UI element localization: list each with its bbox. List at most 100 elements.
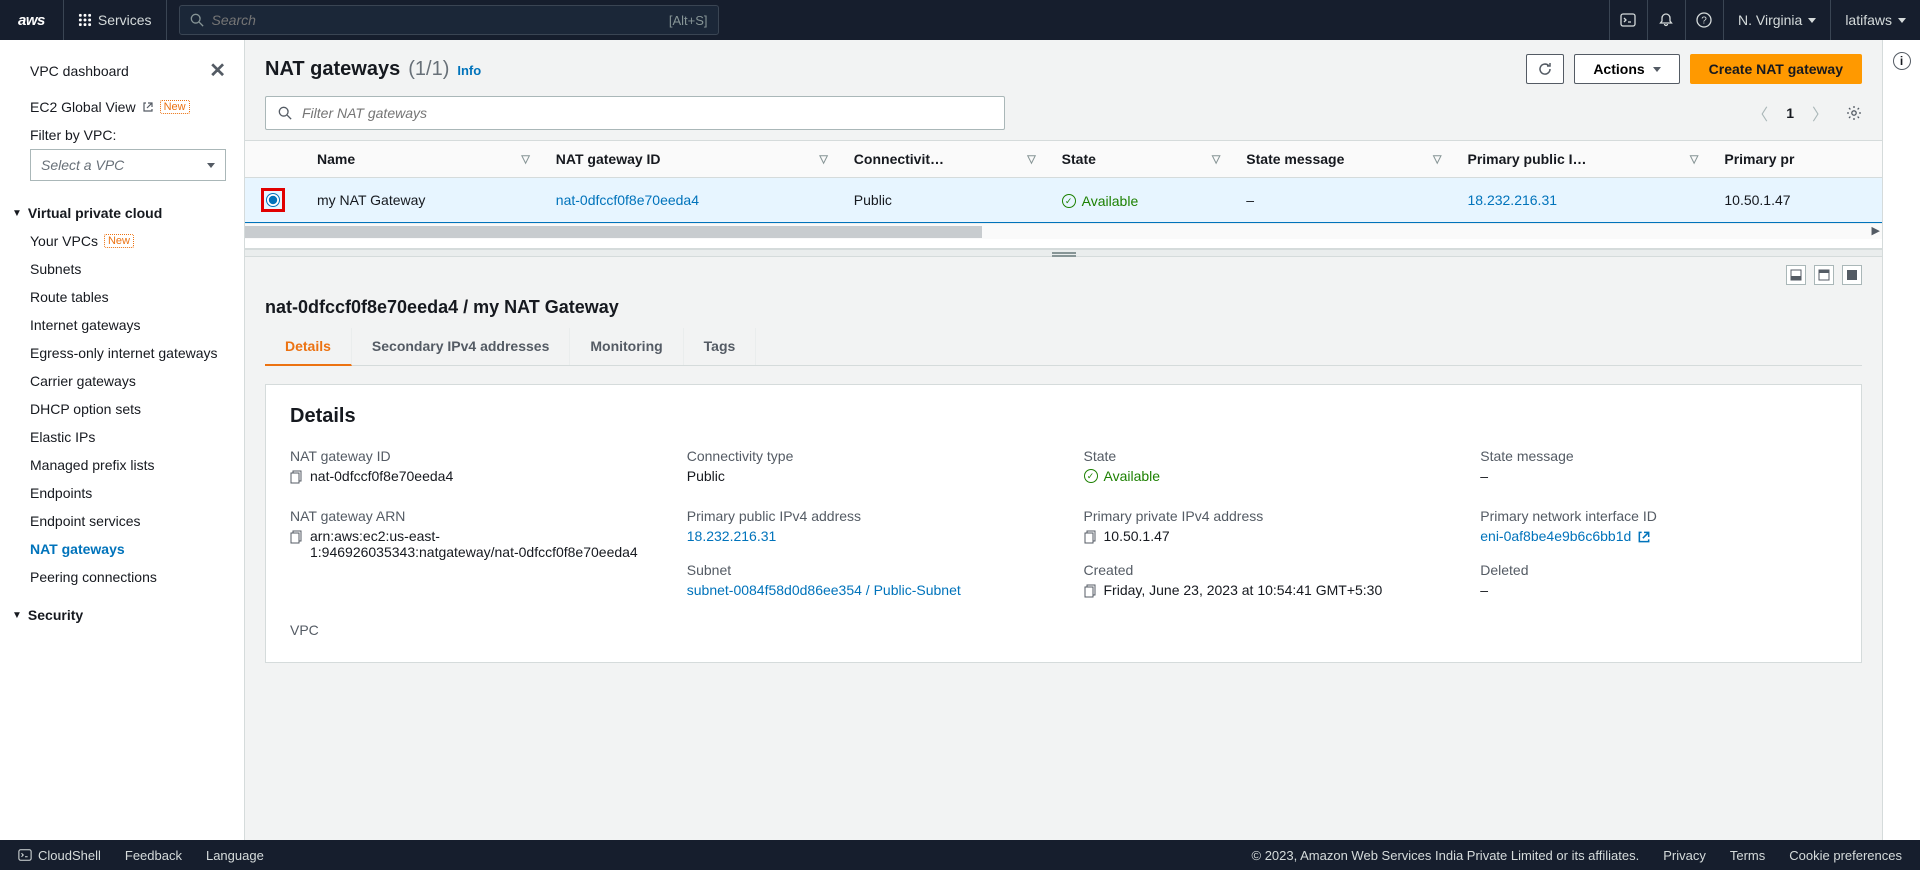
privacy-link[interactable]: Privacy	[1663, 848, 1706, 863]
terms-link[interactable]: Terms	[1730, 848, 1765, 863]
main-content: NAT gateways (1/1) Info Actions Create N…	[245, 40, 1882, 840]
vpc-dashboard-link[interactable]: VPC dashboard	[30, 63, 129, 79]
top-nav: aws Services [Alt+S] ? N. Virginia latif…	[0, 0, 1920, 40]
sidebar-item-your-vpcs[interactable]: Your VPCs New	[0, 227, 244, 255]
filter-icon[interactable]: ▽	[1212, 153, 1220, 166]
eni-link[interactable]: eni-0af8be4e9b6c6bb1d	[1480, 528, 1631, 544]
sidebar-item-endpoints[interactable]: Endpoints	[0, 479, 244, 507]
caret-down-icon	[207, 163, 215, 168]
cloudshell-button[interactable]: CloudShell	[18, 848, 101, 863]
check-circle-icon: ✓	[1084, 469, 1098, 483]
subnet-link[interactable]: subnet-0084f58d0d86ee354 / Public-Subnet	[687, 582, 961, 598]
sidebar-item-egress-gateways[interactable]: Egress-only internet gateways	[0, 339, 244, 367]
page-title: NAT gateways (1/1) Info	[265, 58, 481, 81]
sidebar-item-endpoint-services[interactable]: Endpoint services	[0, 507, 244, 535]
section-vpc[interactable]: ▼Virtual private cloud	[0, 195, 244, 227]
external-link-icon[interactable]	[1637, 530, 1651, 544]
copy-icon[interactable]	[1084, 584, 1098, 598]
panel-layout-3[interactable]	[1842, 265, 1862, 285]
prev-page[interactable]: 〈	[1752, 101, 1768, 125]
actions-button[interactable]: Actions	[1574, 54, 1679, 84]
caret-down-icon	[1653, 67, 1661, 72]
vpc-select[interactable]: Select a VPC	[30, 149, 226, 181]
info-icon[interactable]: i	[1893, 52, 1911, 70]
right-info-gutter: i	[1882, 40, 1920, 840]
grid-icon	[78, 13, 92, 27]
next-page[interactable]: 〉	[1812, 101, 1828, 125]
copy-icon[interactable]	[1084, 530, 1098, 544]
sidebar-item-carrier-gateways[interactable]: Carrier gateways	[0, 367, 244, 395]
sidebar-item-subnets[interactable]: Subnets	[0, 255, 244, 283]
filter-input[interactable]	[302, 105, 992, 121]
sidebar-item-peering-connections[interactable]: Peering connections	[0, 563, 244, 591]
filter-input-wrap[interactable]	[265, 96, 1005, 130]
sidebar-item-dhcp-option-sets[interactable]: DHCP option sets	[0, 395, 244, 423]
language-link[interactable]: Language	[206, 848, 264, 863]
sidebar-item-nat-gateways[interactable]: NAT gateways	[0, 535, 244, 563]
panel-layout-1[interactable]	[1786, 265, 1806, 285]
new-badge: New	[160, 100, 190, 114]
region-selector[interactable]: N. Virginia	[1723, 0, 1830, 40]
filter-icon[interactable]: ▽	[1433, 153, 1441, 166]
page-number: 1	[1786, 105, 1794, 121]
cloudshell-icon[interactable]	[1609, 0, 1647, 40]
splitter-collapse	[245, 239, 1882, 249]
search-icon	[190, 13, 204, 27]
search-input[interactable]	[212, 12, 661, 28]
sidebar-item-route-tables[interactable]: Route tables	[0, 283, 244, 311]
refresh-icon	[1537, 61, 1553, 77]
footer: CloudShell Feedback Language © 2023, Ama…	[0, 840, 1920, 870]
global-search[interactable]: [Alt+S]	[179, 5, 719, 35]
sidebar-item-internet-gateways[interactable]: Internet gateways	[0, 311, 244, 339]
cell-name: my NAT Gateway	[301, 178, 540, 223]
filter-icon[interactable]: ▽	[1690, 153, 1698, 166]
help-icon[interactable]: ?	[1685, 0, 1723, 40]
col-name: Name▽	[301, 141, 540, 178]
filter-icon[interactable]: ▽	[521, 153, 529, 166]
aws-logo[interactable]: aws	[0, 0, 64, 40]
filter-icon[interactable]: ▽	[1027, 153, 1035, 166]
horizontal-scrollbar[interactable]: ▶	[245, 223, 1882, 239]
svg-text:?: ?	[1702, 16, 1708, 27]
copy-icon[interactable]	[290, 530, 304, 544]
cookies-link[interactable]: Cookie preferences	[1789, 848, 1902, 863]
copy-icon[interactable]	[290, 470, 304, 484]
create-nat-gateway-button[interactable]: Create NAT gateway	[1690, 54, 1862, 84]
sidebar-item-elastic-ips[interactable]: Elastic IPs	[0, 423, 244, 451]
public-ip-link[interactable]: 18.232.216.31	[687, 528, 777, 544]
cell-state-message: –	[1230, 178, 1451, 223]
refresh-button[interactable]	[1526, 54, 1564, 84]
services-menu[interactable]: Services	[64, 0, 167, 40]
table-row[interactable]: my NAT Gateway nat-0dfccf0f8e70eeda4 Pub…	[245, 178, 1882, 223]
section-security[interactable]: ▼Security	[0, 597, 244, 629]
panel-layout-2[interactable]	[1814, 265, 1834, 285]
sidebar: VPC dashboard ✕ EC2 Global View New Filt…	[0, 40, 245, 840]
filter-vpc-label: Filter by VPC:	[0, 121, 244, 147]
col-public-ip: Primary public I…▽	[1451, 141, 1708, 178]
account-menu[interactable]: latifaws	[1830, 0, 1920, 40]
tab-tags[interactable]: Tags	[684, 328, 757, 365]
close-icon[interactable]: ✕	[209, 58, 226, 83]
filter-icon[interactable]: ▽	[819, 153, 827, 166]
details-card: Details NAT gateway ID nat-0dfccf0f8e70e…	[265, 384, 1862, 663]
notifications-icon[interactable]	[1647, 0, 1685, 40]
sidebar-item-managed-prefix-lists[interactable]: Managed prefix lists	[0, 451, 244, 479]
card-title: Details	[290, 405, 1837, 428]
info-link[interactable]: Info	[457, 63, 481, 78]
gear-icon[interactable]	[1846, 105, 1862, 121]
tab-monitoring[interactable]: Monitoring	[570, 328, 683, 365]
splitter[interactable]	[245, 249, 1882, 257]
ec2-global-view-link[interactable]: EC2 Global View New	[0, 93, 244, 121]
cell-public-ip-link[interactable]: 18.232.216.31	[1467, 192, 1557, 208]
services-label: Services	[98, 12, 152, 28]
col-state: State▽	[1046, 141, 1231, 178]
cell-nat-id-link[interactable]: nat-0dfccf0f8e70eeda4	[556, 192, 699, 208]
external-link-icon	[142, 101, 154, 113]
nat-gateways-table: Name▽ NAT gateway ID▽ Connectivit…▽ Stat…	[245, 140, 1882, 239]
tab-details[interactable]: Details	[265, 328, 352, 366]
tab-secondary-ipv4[interactable]: Secondary IPv4 addresses	[352, 328, 570, 365]
col-private-ip: Primary pr	[1708, 141, 1882, 178]
search-hint: [Alt+S]	[669, 13, 708, 28]
row-radio[interactable]	[261, 188, 285, 212]
feedback-link[interactable]: Feedback	[125, 848, 182, 863]
